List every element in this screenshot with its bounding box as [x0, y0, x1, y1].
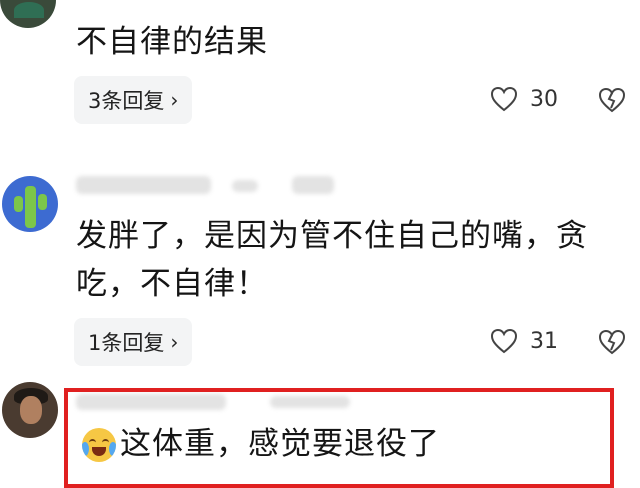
laughing-tears-emoji-icon [82, 428, 116, 462]
like-count: 31 [530, 328, 558, 354]
comment-2-like-button[interactable]: 31 [490, 328, 558, 354]
avatar-figure [14, 2, 44, 18]
cactus-arm-right [38, 194, 47, 210]
avatar-comment-3[interactable] [2, 382, 58, 438]
chevron-right-icon: › [170, 330, 179, 354]
blurred-username [76, 176, 211, 194]
avatar-comment-1[interactable] [0, 0, 56, 28]
blurred-meta [232, 180, 258, 192]
chevron-right-icon: › [170, 88, 179, 112]
cactus-trunk [25, 186, 36, 228]
comment-2-replies-button[interactable]: 1条回复 › [74, 318, 193, 366]
avatar-comment-2[interactable] [2, 176, 58, 232]
broken-heart-icon[interactable] [598, 328, 626, 356]
replies-count-label: 1条回复 [88, 331, 165, 355]
replies-count-label: 3条回复 [88, 89, 165, 113]
comment-1-replies-button[interactable]: 3条回复 › [74, 76, 193, 124]
comment-1-text: 不自律的结果 [76, 24, 268, 60]
heart-outline-icon [490, 328, 518, 354]
cactus-arm-left [14, 196, 23, 212]
heart-outline-icon [490, 86, 518, 112]
blurred-meta [292, 176, 334, 194]
broken-heart-icon[interactable] [598, 86, 626, 114]
comment-2-text-line-1: 发胖了，是因为管不住自己的嘴，贪 [76, 218, 588, 254]
comment-1-like-button[interactable]: 30 [490, 86, 558, 112]
comment-3-text: 这体重，感觉要退役了 [120, 426, 440, 462]
comment-2-text-line-2: 吃，不自律！ [76, 266, 268, 302]
like-count: 30 [530, 86, 558, 112]
avatar-face [20, 396, 42, 424]
